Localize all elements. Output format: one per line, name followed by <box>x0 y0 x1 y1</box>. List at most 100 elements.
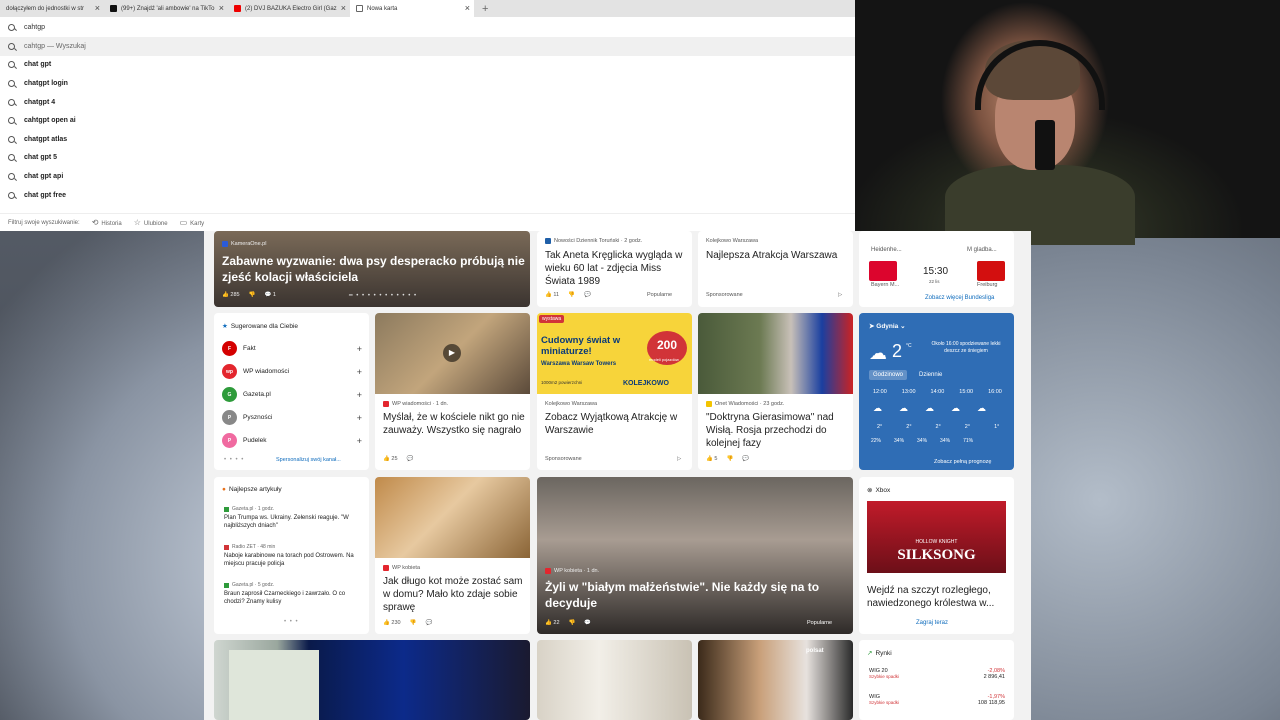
filter-favorites[interactable]: ☆ Ulubione <box>134 218 168 227</box>
like-button[interactable]: 👍 5 <box>706 456 717 462</box>
article-item[interactable]: Gazeta.pl · 1 godz. Plan Trumpa ws. Ukrai… <box>224 505 360 531</box>
suggested-source[interactable]: P Pyszności + <box>222 410 362 425</box>
markets-card[interactable]: ↗ Rynki WIG 20 Szybkie spadki -2,08% 2 896,4… <box>859 640 1014 720</box>
suggestion-item[interactable]: chatgpt atlas <box>0 130 855 149</box>
suggested-sources-card: ★ Sugerowane dla Ciebie F Fakt + wp WP wiado… <box>214 313 369 470</box>
dislike-button[interactable]: 👎 <box>726 456 733 462</box>
suggestion-item[interactable]: chatgpt 4 <box>0 93 855 112</box>
play-now-link[interactable]: Zagraj teraz <box>916 620 948 626</box>
personalize-link[interactable]: Spersonalizuj swój kanał... <box>276 457 341 463</box>
comment-button[interactable]: 💬 <box>742 456 749 462</box>
address-input[interactable]: cahtgp <box>0 17 855 37</box>
like-button[interactable]: 👍 230 <box>383 620 401 626</box>
follow-button[interactable]: + <box>357 344 362 354</box>
dislike-button[interactable]: 👎 <box>568 292 575 298</box>
suggestion-item[interactable]: chat gpt free <box>0 186 855 205</box>
follow-button[interactable]: + <box>357 413 362 423</box>
weather-location[interactable]: ➤ Gdynia ⌄ <box>869 322 906 330</box>
market-row[interactable]: WIG 20 Szybkie spadki -2,08% 2 896,41 <box>869 668 1005 680</box>
more-link[interactable]: Zobacz więcej Bundesliga <box>925 295 994 301</box>
sports-card[interactable]: Heidenhe... M gladba... 15:30 22 lis Bay… <box>859 231 1014 307</box>
like-button[interactable]: 👍 285 <box>222 292 240 298</box>
hero-card[interactable]: WP kobieta · 1 dn. Żyli w "białym małżeń… <box>537 477 853 634</box>
suggestion-search[interactable]: cahtgp — Wyszukaj <box>0 37 855 56</box>
ad-card[interactable]: wystawa Cudowny świat w miniaturze! 200 … <box>537 313 692 470</box>
news-card[interactable]: Nowości Dziennik Toruński · 2 godz. Tak … <box>537 231 692 307</box>
source-label: Gazeta.pl · 5 godz. <box>232 582 275 588</box>
hour-temp: 2° <box>964 424 971 430</box>
close-icon[interactable]: × <box>465 3 470 13</box>
like-button[interactable]: 👍 11 <box>545 292 559 298</box>
forecast-link[interactable]: Zobacz pełną prognozę <box>934 459 991 465</box>
close-icon[interactable]: × <box>341 3 346 13</box>
filter-history[interactable]: ⟲ Historia <box>92 218 122 227</box>
news-card[interactable]: polsat <box>698 640 853 720</box>
suggested-source[interactable]: wp WP wiadomości + <box>222 364 362 379</box>
tab-1[interactable]: dołączyłem do jednostki w str × <box>0 0 104 17</box>
hero-card[interactable]: KameraOne.pl Zabawne wyzwanie: dwa psy d… <box>214 231 530 307</box>
like-button[interactable]: 👍 25 <box>383 456 398 462</box>
comment-button[interactable]: 💬 <box>584 620 591 626</box>
carousel-dots[interactable]: ━ • • • • • • • • • • • <box>349 292 417 299</box>
weather-card[interactable]: ➤ Gdynia ⌄ ☁ 2 °C Około 16:00 spodziewan… <box>859 313 1014 470</box>
suggestion-item[interactable]: cahtgpt open ai <box>0 111 855 130</box>
source-label: Gazeta.pl <box>243 391 271 398</box>
dislike-button[interactable]: 👎 <box>249 292 256 298</box>
suggested-source[interactable]: F Fakt + <box>222 341 362 356</box>
suggested-source[interactable]: P Pudelek + <box>222 433 362 448</box>
news-card[interactable]: WP kobieta Jak długo kot może zostać sam… <box>375 477 530 634</box>
suggestion-item[interactable]: chat gpt 5 <box>0 149 855 168</box>
banner-address: 1000m2 powierzchni <box>541 380 583 385</box>
market-row[interactable]: WIG Szybkie spadki -1,97% 108 118,95 <box>869 694 1005 706</box>
source-icon <box>706 401 712 407</box>
suggestion-label: chatgpt login <box>24 79 68 87</box>
dislike-button[interactable]: 👎 <box>569 620 576 626</box>
follow-button[interactable]: + <box>357 436 362 446</box>
news-card[interactable] <box>537 640 692 720</box>
source-label: WP kobieta <box>392 565 421 571</box>
tab-new[interactable]: Nowa karta × <box>350 0 474 17</box>
tab-3[interactable]: (2) DVJ BAZUKA Electro Girl (Gaz × <box>228 0 350 17</box>
carousel-dots[interactable]: • • • <box>284 619 299 625</box>
like-button[interactable]: 👍 22 <box>545 620 560 626</box>
search-icon <box>8 172 15 180</box>
flame-icon: ● <box>222 486 226 493</box>
dislike-button[interactable]: 👎 <box>410 620 417 626</box>
article-item[interactable]: Gazeta.pl · 5 godz. Braun zaprosił Czarne… <box>224 581 360 607</box>
cloud-icon: ☁ <box>869 343 887 363</box>
comment-button[interactable]: 💬 <box>584 292 591 298</box>
hour-precip: 34% <box>894 438 905 444</box>
tab-2[interactable]: (99+) Znajdź 'ali ambowie' na TikTo × <box>104 0 228 17</box>
news-card[interactable]: ▶ WP wiadomości · 1 dn. Myślał, że w koś… <box>375 313 530 470</box>
suggestion-item[interactable]: chat gpt api <box>0 167 855 186</box>
tab-hourly[interactable]: Godzinowo <box>869 370 908 380</box>
close-icon[interactable]: × <box>219 3 224 13</box>
xbox-card[interactable]: ⊗ Xbox HOLLOW KNIGHT SILKSONG Wejdź na sz… <box>859 477 1014 634</box>
card-actions: 👍 230 👎 💬 <box>383 620 432 626</box>
close-icon[interactable]: × <box>95 3 100 13</box>
article-item[interactable]: Radio ZET · 48 min Naboje karabinowe na t… <box>224 543 360 569</box>
suggestion-item[interactable]: chatgpt login <box>0 74 855 93</box>
ad-info-icon[interactable]: ▷ <box>677 456 681 462</box>
suggestion-item[interactable]: chat gpt <box>0 56 855 75</box>
ad-info-icon[interactable]: ▷ <box>838 292 842 298</box>
follow-button[interactable]: + <box>357 367 362 377</box>
filter-tabs[interactable]: ▭ Karty <box>180 218 205 227</box>
news-card[interactable]: Onet Wiadomości · 23 godz. "Doktryna Gie… <box>698 313 853 470</box>
source-label: Pudelek <box>243 437 267 444</box>
suggested-source[interactable]: G Gazeta.pl + <box>222 387 362 402</box>
new-tab-button[interactable]: + <box>482 3 488 15</box>
search-icon <box>8 61 15 69</box>
comment-button[interactable]: 💬 <box>425 620 432 626</box>
carousel-dots[interactable]: • • • • <box>224 457 244 463</box>
follow-button[interactable]: + <box>357 390 362 400</box>
comment-button[interactable]: 💬 1 <box>264 292 275 298</box>
comment-button[interactable]: 💬 <box>407 456 414 462</box>
news-card[interactable] <box>214 640 530 720</box>
source-icon <box>224 544 229 550</box>
play-icon[interactable]: ▶ <box>443 344 461 362</box>
hour-temp: 2° <box>935 424 941 430</box>
ad-card[interactable]: Kolejkowo Warszawa Najlepsza Atrakcja Wa… <box>698 231 853 307</box>
fakt-logo-icon: F <box>222 341 237 356</box>
tab-daily[interactable]: Dziennie <box>915 370 946 380</box>
